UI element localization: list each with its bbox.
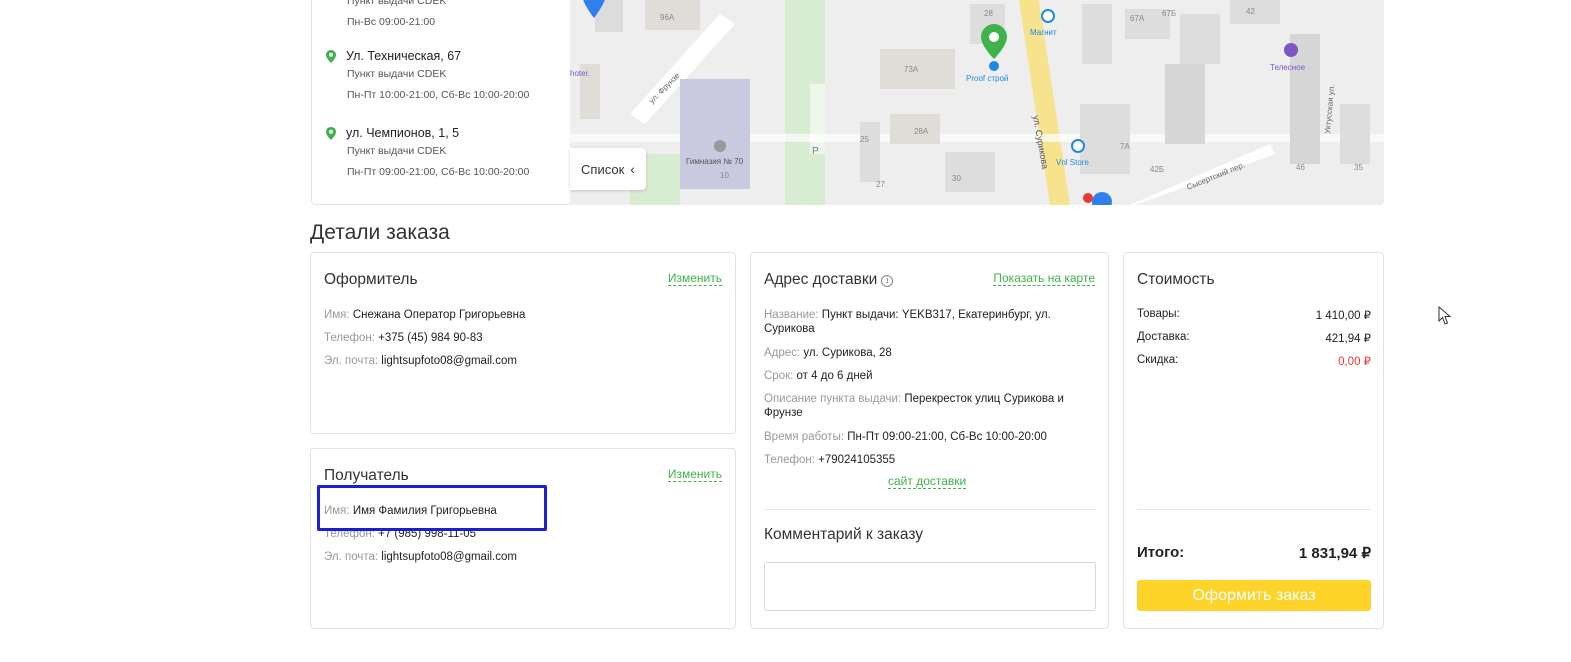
chevron-left-icon: ‹ — [630, 161, 635, 177]
list-toggle-label: Список — [581, 161, 625, 177]
orderer-card: Оформитель Изменить Имя: Снежана Операто… — [310, 252, 736, 434]
show-on-map-link[interactable]: Показать на карте — [993, 272, 1095, 286]
map-poi-proof: Proof строй — [966, 74, 1008, 83]
map-label-30: 30 — [952, 174, 961, 183]
delivery-term: Срок: от 4 до 6 дней — [764, 370, 873, 382]
map-label-parking: P — [812, 146, 819, 157]
pickup-point-hours: Пн-Пт 09:00-21:00, Сб-Вс 10:00-20:00 — [347, 166, 530, 178]
place-order-button[interactable]: Оформить заказ — [1137, 580, 1371, 611]
delivery-phone: Телефон: +79024105355 — [764, 454, 896, 466]
recipient-name-highlight — [317, 485, 547, 531]
gymnasium-poi-icon[interactable] — [714, 140, 726, 152]
recipient-title: Получатель — [324, 467, 409, 484]
map-label-73a: 73А — [904, 65, 919, 74]
map-label-46: 46 — [1296, 163, 1305, 172]
map-label-hoter: hoter. — [570, 69, 590, 78]
delivery-name: Название: Пункт выдачи: YEKB317, Екатери… — [764, 309, 1051, 335]
map-label-gymnasium: Гимназия № 70 — [686, 157, 744, 166]
pickup-point-address: ул. Чемпионов, 1, 5 — [346, 126, 460, 140]
list-toggle-button[interactable]: Список ‹ — [570, 148, 646, 190]
vnl-poi-icon[interactable] — [1071, 139, 1085, 153]
pickup-point-2[interactable]: Ул. Техническая, 67 Пункт выдачи CDEK Пн… — [326, 48, 566, 106]
map-label-28a: 28А — [914, 127, 929, 136]
pickup-point-hours: Пн-Пт 10:00-21:00, Сб-Вс 10:00-20:00 — [347, 89, 530, 101]
orderer-email: Эл. почта: lightsupfoto08@gmail.com — [324, 355, 517, 367]
cost-card: Стоимость Товары: 1 410,00 ₽ Доставка: 421… — [1123, 252, 1384, 629]
map-label-35: 35 — [1354, 163, 1363, 172]
mouse-cursor-icon — [1438, 306, 1452, 325]
pickup-point-address: Ул. Техническая, 67 — [346, 49, 462, 63]
map-label-10: 10 — [720, 171, 729, 180]
location-pin-icon — [326, 126, 336, 140]
map-label-25: 25 — [860, 135, 869, 144]
map-label-42b: 42Б — [1150, 165, 1164, 174]
map-label-27: 27 — [876, 180, 885, 189]
map-poi-vnl: Vnl Store — [1056, 158, 1089, 167]
cost-goods-row: Товары: 1 410,00 ₽ — [1137, 308, 1371, 322]
map-street-ukhtus: Уктусская ул. — [1323, 84, 1336, 134]
proof-poi-icon[interactable] — [989, 61, 999, 71]
map-label-28: 28 — [984, 9, 993, 18]
cost-divider — [1137, 509, 1371, 510]
orderer-title: Оформитель — [324, 271, 418, 288]
pickup-point-hours: Пн-Вс 09:00-21:00 — [347, 16, 436, 28]
location-pin-icon — [326, 49, 336, 63]
map-marker-cluster-icon[interactable] — [1092, 192, 1112, 205]
pickup-map[interactable]: 96А 73А 28А 25 27 30 28 67А 67Б 42 46 35… — [570, 0, 1384, 205]
map-street-sysert: Сысертский пер. — [1185, 160, 1246, 192]
orderer-name: Имя: Снежана Оператор Григорьевна — [324, 309, 526, 321]
delivery-hours: Время работы: Пн-Пт 09:00-21:00, Сб-Вс 1… — [764, 431, 1047, 443]
map-label-67b: 67Б — [1162, 9, 1176, 18]
telesnoe-poi-icon[interactable] — [1284, 43, 1298, 57]
map-poi-magnit: Магнит — [1030, 28, 1057, 37]
pickup-point-type: Пункт выдачи CDEK — [347, 0, 447, 7]
pickup-point-type: Пункт выдачи CDEK — [347, 68, 447, 80]
cost-total-row: Итого: 1 831,94 ₽ — [1137, 544, 1371, 562]
orderer-change-link[interactable]: Изменить — [667, 272, 722, 286]
comment-input[interactable] — [764, 562, 1096, 611]
delivery-site-link[interactable]: сайт доставки — [888, 475, 967, 489]
magnit-poi-icon[interactable] — [1041, 9, 1055, 23]
recipient-change-link[interactable]: Изменить — [667, 468, 722, 482]
pickup-point-1[interactable]: Пункт выдачи CDEK Пн-Вс 09:00-21:00 — [326, 0, 566, 33]
delivery-card: Адрес доставки i Показать на карте Назван… — [750, 252, 1109, 629]
pickup-point-3[interactable]: ул. Чемпионов, 1, 5 Пункт выдачи CDEK Пн… — [326, 125, 566, 183]
info-icon[interactable]: i — [881, 275, 894, 287]
map-label-42: 42 — [1246, 7, 1255, 16]
map-label-96a: 96А — [660, 13, 675, 22]
map-label-67a: 67А — [1130, 14, 1145, 23]
map-label-7a: 7А — [1120, 142, 1130, 151]
delivery-description: Описание пункта выдачи: Перекресток улиц… — [764, 393, 1064, 419]
recipient-card: Получатель Изменить Имя: Имя Фамилия Гри… — [310, 448, 736, 629]
pickup-list-panel: Пункт выдачи CDEK Пн-Вс 09:00-21:00 Ул. … — [311, 0, 571, 205]
cost-discount-row: Скидка: 0,00 ₽ — [1137, 354, 1371, 368]
recipient-email: Эл. почта: lightsupfoto08@gmail.com — [324, 551, 517, 563]
orderer-phone: Телефон: +375 (45) 984 90-83 — [324, 332, 483, 344]
order-details-title: Детали заказа — [310, 221, 450, 244]
cost-title: Стоимость — [1137, 271, 1215, 288]
comment-title: Комментарий к заказу — [764, 526, 923, 543]
delivery-address: Адрес: ул. Сурикова, 28 — [764, 347, 892, 359]
pickup-point-type: Пункт выдачи CDEK — [347, 145, 447, 157]
map-poi-telesnoe: Телесное — [1270, 63, 1306, 72]
delivery-divider — [764, 509, 1096, 510]
delivery-title: Адрес доставки i — [764, 271, 894, 289]
cost-delivery-row: Доставка: 421,94 ₽ — [1137, 331, 1371, 345]
